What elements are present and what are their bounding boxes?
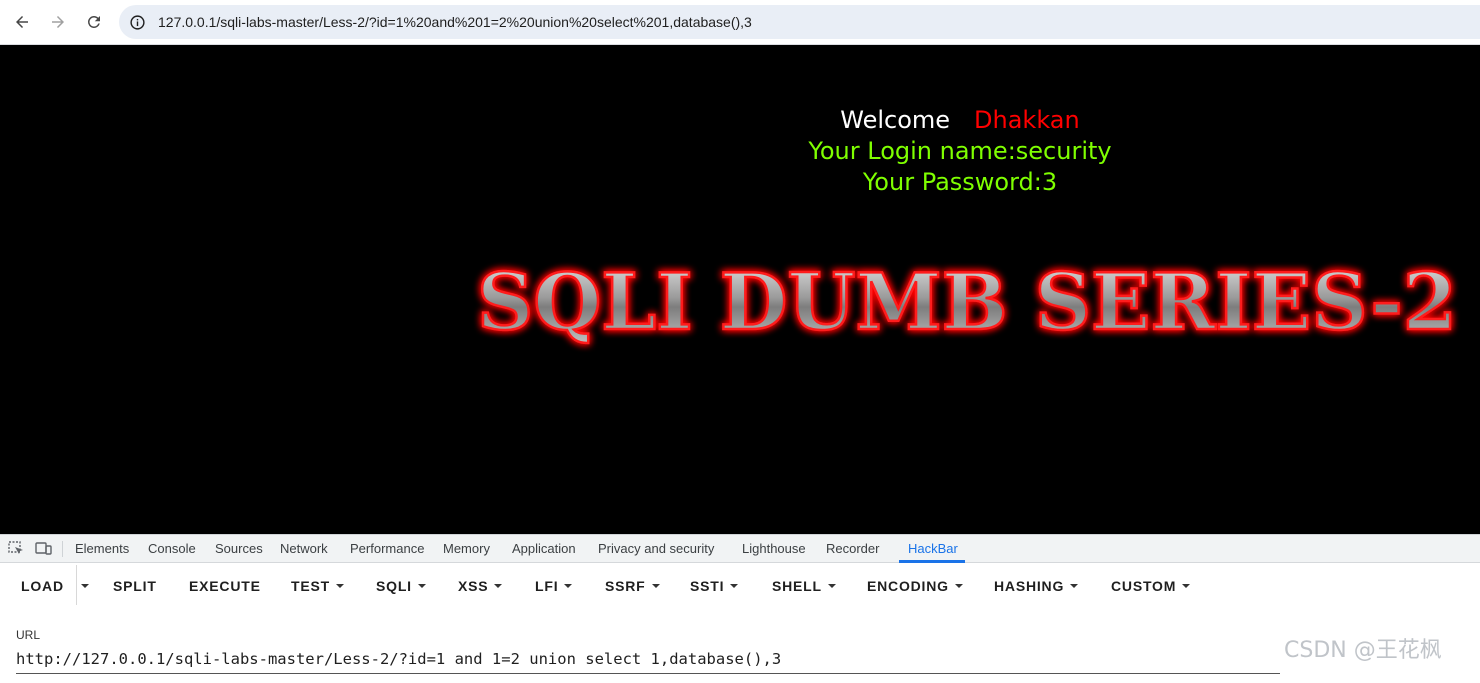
url-input[interactable]: http://127.0.0.1/sqli-labs-master/Less-2…	[16, 647, 1280, 674]
address-url[interactable]: 127.0.0.1/sqli-labs-master/Less-2/?id=1%…	[158, 14, 752, 30]
tab-recorder[interactable]: Recorder	[826, 541, 879, 556]
devtools-separator	[62, 541, 63, 557]
load-button[interactable]: LOAD	[21, 578, 64, 594]
caret-down-icon	[417, 584, 426, 589]
reload-icon	[87, 15, 100, 28]
caret-down-icon	[494, 584, 503, 589]
user-name: Dhakkan	[974, 106, 1080, 134]
tab-hackbar[interactable]: HackBar	[908, 541, 958, 556]
tab-privacy-security[interactable]: Privacy and security	[598, 541, 714, 556]
sqli-menu[interactable]: SQLI	[376, 578, 426, 594]
custom-menu-label: CUSTOM	[1111, 578, 1177, 594]
tab-application[interactable]: Application	[512, 541, 576, 556]
forward-button[interactable]	[43, 7, 73, 37]
lfi-menu-label: LFI	[535, 578, 559, 594]
back-icon	[16, 16, 28, 28]
hashing-menu[interactable]: HASHING	[994, 578, 1079, 594]
lfi-menu[interactable]: LFI	[535, 578, 573, 594]
caret-down-icon	[335, 584, 344, 589]
encoding-menu[interactable]: ENCODING	[867, 578, 963, 594]
tab-performance[interactable]: Performance	[350, 541, 424, 556]
execute-button[interactable]: EXECUTE	[189, 578, 261, 594]
hashing-menu-label: HASHING	[994, 578, 1065, 594]
address-bar[interactable]: 127.0.0.1/sqli-labs-master/Less-2/?id=1%…	[119, 5, 1480, 39]
caret-down-icon	[1182, 584, 1191, 589]
tab-console[interactable]: Console	[148, 541, 196, 556]
ssrf-menu[interactable]: SSRF	[605, 578, 660, 594]
shell-menu[interactable]: SHELL	[772, 578, 836, 594]
back-button[interactable]	[7, 7, 37, 37]
caret-down-icon	[651, 584, 660, 589]
ssti-menu-label: SSTI	[690, 578, 725, 594]
tab-memory[interactable]: Memory	[443, 541, 490, 556]
tab-elements[interactable]: Elements	[75, 541, 129, 556]
tab-sources[interactable]: Sources	[215, 541, 263, 556]
shell-menu-label: SHELL	[772, 578, 822, 594]
page-content: Welcome Dhakkan Your Login name:security …	[0, 45, 1480, 534]
test-menu-label: TEST	[291, 578, 330, 594]
hackbar-url-section: URL http://127.0.0.1/sqli-labs-master/Le…	[0, 609, 1480, 683]
devtools-tabbar: Elements Console Sources Network Perform…	[0, 534, 1480, 563]
custom-menu[interactable]: CUSTOM	[1111, 578, 1191, 594]
inspect-element-icon[interactable]	[8, 541, 25, 556]
browser-toolbar: 127.0.0.1/sqli-labs-master/Less-2/?id=1%…	[0, 0, 1480, 45]
welcome-text: Welcome	[840, 106, 951, 134]
password-line: Your Password:3	[862, 168, 1058, 196]
encoding-menu-label: ENCODING	[867, 578, 949, 594]
caret-down-icon	[954, 584, 963, 589]
reload-button[interactable]	[79, 7, 109, 37]
tab-lighthouse[interactable]: Lighthouse	[742, 541, 806, 556]
login-name-line: Your Login name:security	[808, 137, 1112, 165]
series-banner: SQLI DUMB SERIES-2	[476, 256, 1459, 350]
ssti-menu[interactable]: SSTI	[690, 578, 739, 594]
hackbar-toolbar: LOAD SPLIT EXECUTE TEST SQLI XSS LFI SSR…	[0, 563, 1480, 609]
site-info-icon[interactable]	[128, 13, 146, 31]
banner-title: SQLI DUMB SERIES-2	[477, 257, 1457, 348]
url-label: URL	[16, 628, 41, 642]
test-menu[interactable]: TEST	[291, 578, 344, 594]
caret-down-icon	[730, 584, 739, 589]
welcome-block: Welcome Dhakkan Your Login name:security …	[760, 105, 1160, 198]
forward-icon	[52, 16, 64, 28]
load-divider	[76, 565, 77, 605]
load-dropdown-caret-icon[interactable]	[81, 584, 89, 588]
watermark: CSDN @王花枫	[1284, 638, 1442, 663]
sqli-menu-label: SQLI	[376, 578, 412, 594]
tab-network[interactable]: Network	[280, 541, 328, 556]
caret-down-icon	[564, 584, 573, 589]
device-toolbar-icon[interactable]	[35, 541, 52, 556]
xss-menu-label: XSS	[458, 578, 489, 594]
xss-menu[interactable]: XSS	[458, 578, 503, 594]
caret-down-icon	[827, 584, 836, 589]
ssrf-menu-label: SSRF	[605, 578, 646, 594]
split-button[interactable]: SPLIT	[113, 578, 157, 594]
caret-down-icon	[1070, 584, 1079, 589]
